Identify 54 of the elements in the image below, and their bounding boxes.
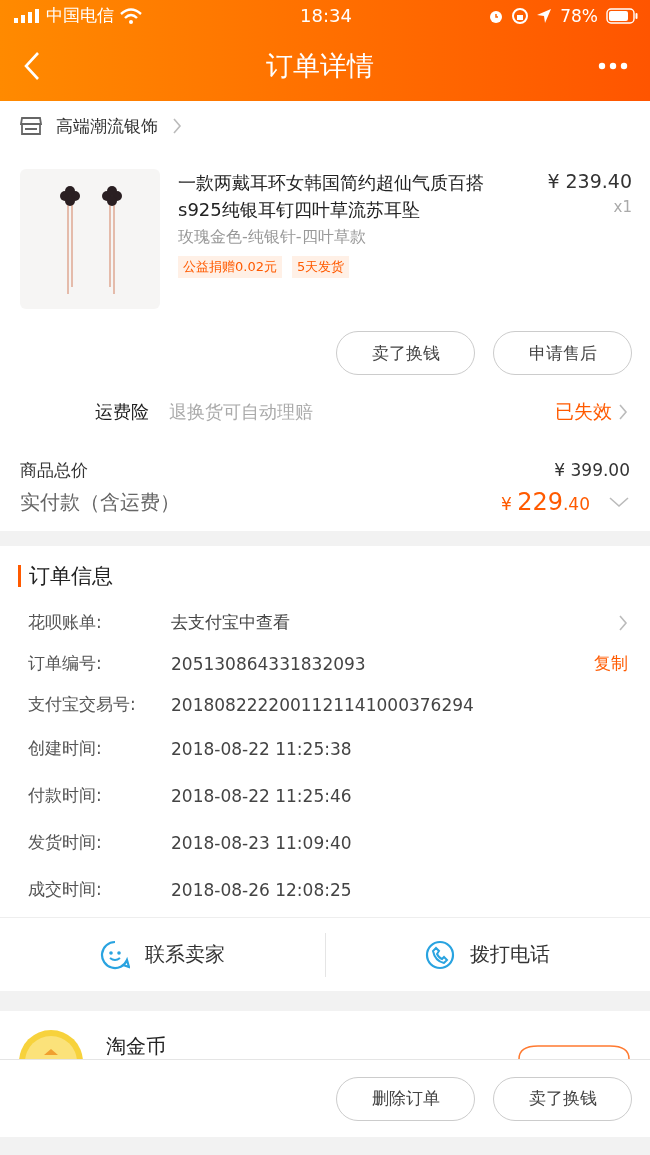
product-quantity: x1 [612,198,632,216]
chevron-right-icon [172,117,182,135]
chevron-right-icon [618,613,628,632]
info-label: 创建时间: [28,737,103,760]
info-value: 2018082222001121141000376294 [171,694,475,715]
info-label: 成交时间: [28,878,103,901]
action-button[interactable]: 卖了换钱 [336,331,475,375]
coins-title: 淘金币 [106,1033,167,1059]
product-variant: 玫瑰金色-纯银针-四叶草款 [178,227,367,248]
page-title: 订单详情 [266,49,374,83]
info-value: 2018-08-22 11:25:46 [171,785,353,806]
action-button[interactable]: 删除订单 [336,1076,475,1121]
action-button[interactable]: 卖了换钱 [493,1076,632,1121]
product-tag: 5天发货 [291,256,350,278]
shop-icon [20,116,42,136]
info-label: 花呗账单: [28,611,103,634]
section-title: 订单信息 [18,565,650,587]
info-value: 2018-08-22 11:25:38 [171,738,353,759]
contact-button[interactable]: 拨打电话 [324,932,650,977]
goods-total-value: ¥ 399.00 [554,460,630,480]
insurance-description: 退换货可自动理赔 [169,400,314,424]
product-price: ¥ 239.40 [547,170,632,192]
chevron-right-icon [618,403,628,421]
status-time: 18:34 [300,5,352,26]
product-tag: 公益捐赠0.02元 [178,256,282,278]
rotation-lock-icon [512,7,529,24]
info-value: 205130864331832093 [171,653,367,674]
paid-amount: ¥ 229.40 [500,488,590,516]
more-icon[interactable] [598,62,628,70]
paid-amount-label: 实付款（含运费） [20,488,181,516]
action-button[interactable]: 申请售后 [493,331,632,375]
signal-icon [14,8,40,23]
battery-percent: 78% [560,5,598,26]
insurance-label: 运费险 [95,400,149,424]
info-label: 发货时间: [28,831,103,854]
chevron-down-icon [608,496,630,508]
location-icon [536,7,553,24]
chat-icon [99,939,130,970]
carrier-name: 中国电信 [46,4,114,27]
shop-name[interactable]: 高端潮流银饰 [56,114,158,138]
info-label: 订单编号: [28,652,103,675]
product-title[interactable]: 一款两戴耳环女韩国简约超仙气质百搭s925纯银耳钉四叶草流苏耳坠 [178,169,513,223]
coin-button-outline-icon [518,1045,630,1059]
info-value: 2018-08-26 12:08:25 [171,879,353,900]
contact-button[interactable]: 联系卖家 [0,932,325,977]
battery-icon [606,7,638,24]
info-value[interactable]: 去支付宝中查看 [171,611,618,634]
back-icon[interactable] [22,51,42,81]
phone-icon [425,939,456,970]
wifi-icon [120,7,142,24]
info-value: 2018-08-23 11:09:40 [171,832,353,853]
info-label: 支付宝交易号: [28,693,137,716]
goods-total-label: 商品总价 [20,458,88,482]
info-label: 付款时间: [28,784,103,807]
